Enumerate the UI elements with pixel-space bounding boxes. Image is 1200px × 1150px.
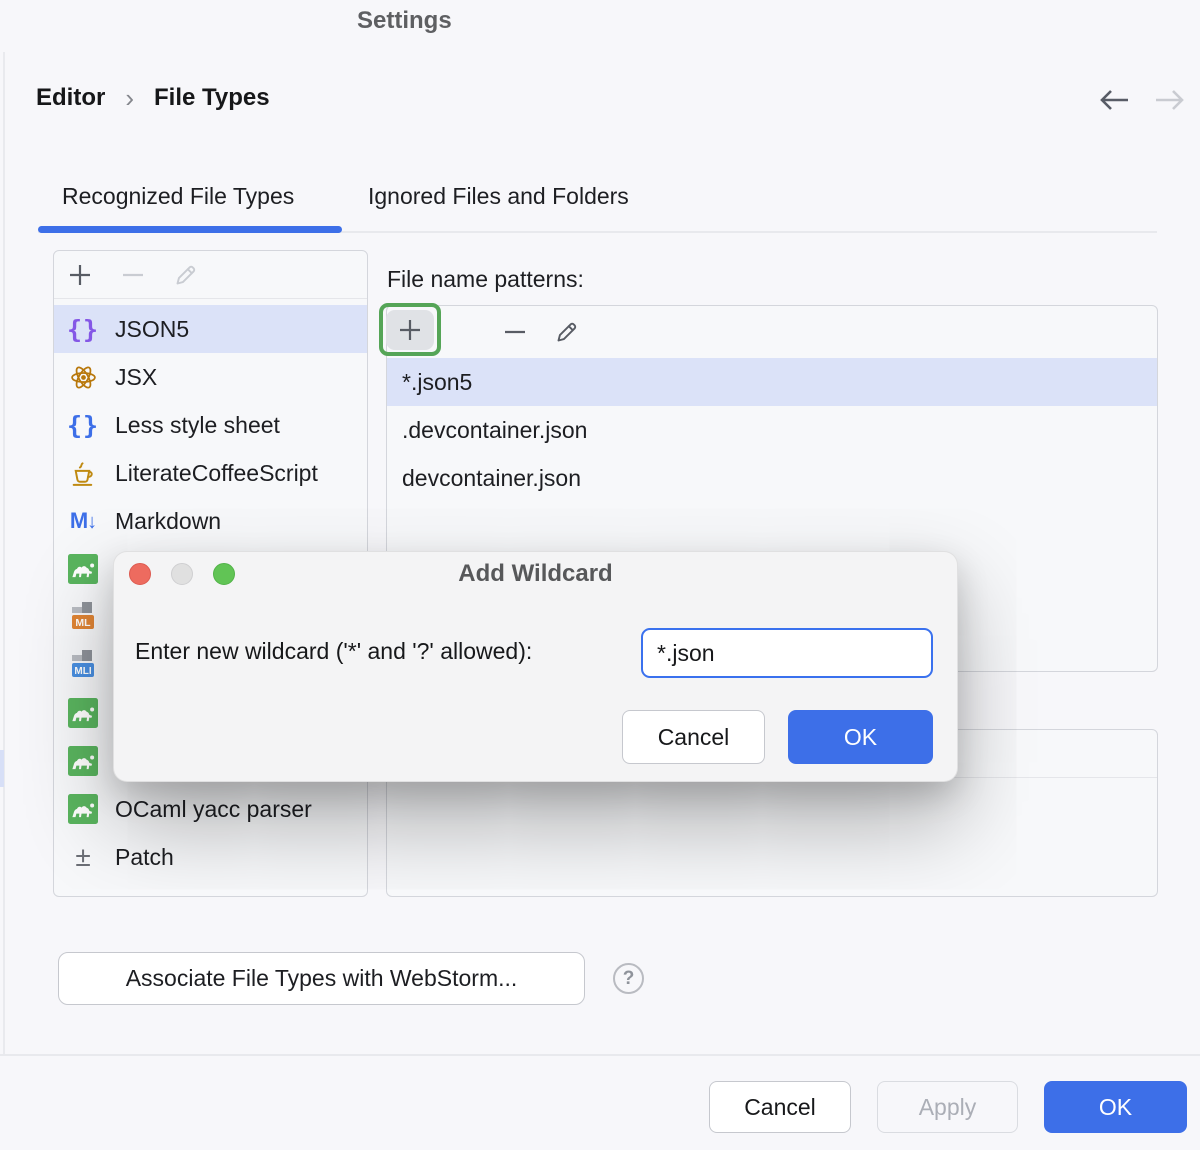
file-name-patterns-label: File name patterns: [387,266,584,293]
list-item-label: Markdown [115,508,221,535]
add-file-type-button plus-icon[interactable] [66,261,94,289]
list-item-label: JSX [115,364,157,391]
list-item-label: Patch [115,844,174,871]
list-item-ocaml-yacc-parser[interactable]: OCaml yacc parser [54,785,367,833]
remove-pattern-button minus-icon[interactable] [501,318,529,346]
patterns-list: *.json5 .devcontainer.json devcontainer.… [387,358,1157,502]
svg-text:MLI: MLI [74,666,91,677]
settings-cancel-button[interactable]: Cancel [709,1081,851,1133]
chevron-right-icon: › [125,82,134,114]
footer-divider [0,1054,1200,1056]
list-item-jsx[interactable]: JSX [54,353,367,401]
active-tab-underline [38,226,342,233]
ocaml-camel-icon [68,746,98,776]
edit-pattern-button pencil-icon[interactable] [553,318,581,346]
sidebar-divider [3,52,5,1054]
braces-icon: {} [68,314,98,344]
braces-icon: {} [68,410,98,440]
svg-text:ML: ML [75,617,91,629]
settings-ok-button[interactable]: OK [1044,1081,1187,1133]
react-icon [68,362,98,392]
list-item-literatecoffeescript[interactable]: LiterateCoffeeScript [54,449,367,497]
wildcard-prompt-label: Enter new wildcard ('*' and '?' allowed)… [135,638,532,665]
settings-apply-button[interactable]: Apply [877,1081,1018,1133]
edit-file-type-button pencil-icon[interactable] [172,261,200,289]
list-item-label: Less style sheet [115,412,280,439]
tab-ignored-files-folders[interactable]: Ignored Files and Folders [368,183,629,210]
tab-recognized-file-types[interactable]: Recognized File Types [62,183,294,210]
patterns-toolbar [387,306,1157,358]
pattern-value: *.json5 [402,369,472,396]
dialog-ok-button[interactable]: OK [788,710,933,764]
add-pattern-highlight [379,303,441,356]
arrow-left-icon[interactable] [1094,86,1134,114]
help-icon[interactable]: ? [613,963,644,994]
arrow-right-icon[interactable] [1150,86,1190,114]
list-item-less[interactable]: {} Less style sheet [54,401,367,449]
wildcard-input[interactable] [641,628,933,678]
list-item-json5[interactable]: {} JSON5 [54,305,367,353]
settings-window: Settings Editor › File Types Recognized … [0,0,1200,1150]
remove-file-type-button minus-icon[interactable] [119,261,147,289]
plus-minus-icon: ± [68,842,98,872]
dialog-cancel-button[interactable]: Cancel [622,710,765,764]
add-pattern-button[interactable] [386,310,434,350]
list-item-label: OCaml yacc parser [115,796,312,823]
pattern-row-json5[interactable]: *.json5 [387,358,1157,406]
ocaml-mli-file-icon: MLI [68,650,98,680]
pattern-value: devcontainer.json [402,465,581,492]
coffee-cup-icon [68,458,98,488]
plus-icon [396,316,424,344]
breadcrumb-editor[interactable]: Editor [36,84,105,112]
markdown-icon: M↓ [68,506,98,536]
ocaml-ml-file-icon: ML [68,602,98,632]
breadcrumb: Editor › File Types [36,82,270,114]
ocaml-camel-icon [68,554,98,584]
pattern-value: .devcontainer.json [402,417,587,444]
list-item-label: JSON5 [115,316,189,343]
list-item-markdown[interactable]: M↓ Markdown [54,497,367,545]
breadcrumb-file-types: File Types [154,84,270,112]
add-wildcard-dialog: Add Wildcard Enter new wildcard ('*' and… [113,551,958,782]
list-item-label: LiterateCoffeeScript [115,460,318,487]
dialog-title: Add Wildcard [114,560,957,588]
associate-file-types-button[interactable]: Associate File Types with WebStorm... [58,952,585,1005]
list-item-patch[interactable]: ± Patch [54,833,367,881]
ocaml-camel-icon [68,698,98,728]
window-title: Settings [357,7,452,35]
history-nav [1094,86,1190,114]
ocaml-camel-icon [68,794,98,824]
tree-selection-edge [0,750,4,787]
associate-button-label: Associate File Types with WebStorm... [126,965,518,992]
file-types-toolbar [54,251,367,299]
pattern-row-devcontainer-dot[interactable]: .devcontainer.json [387,406,1157,454]
pattern-row-devcontainer[interactable]: devcontainer.json [387,454,1157,502]
